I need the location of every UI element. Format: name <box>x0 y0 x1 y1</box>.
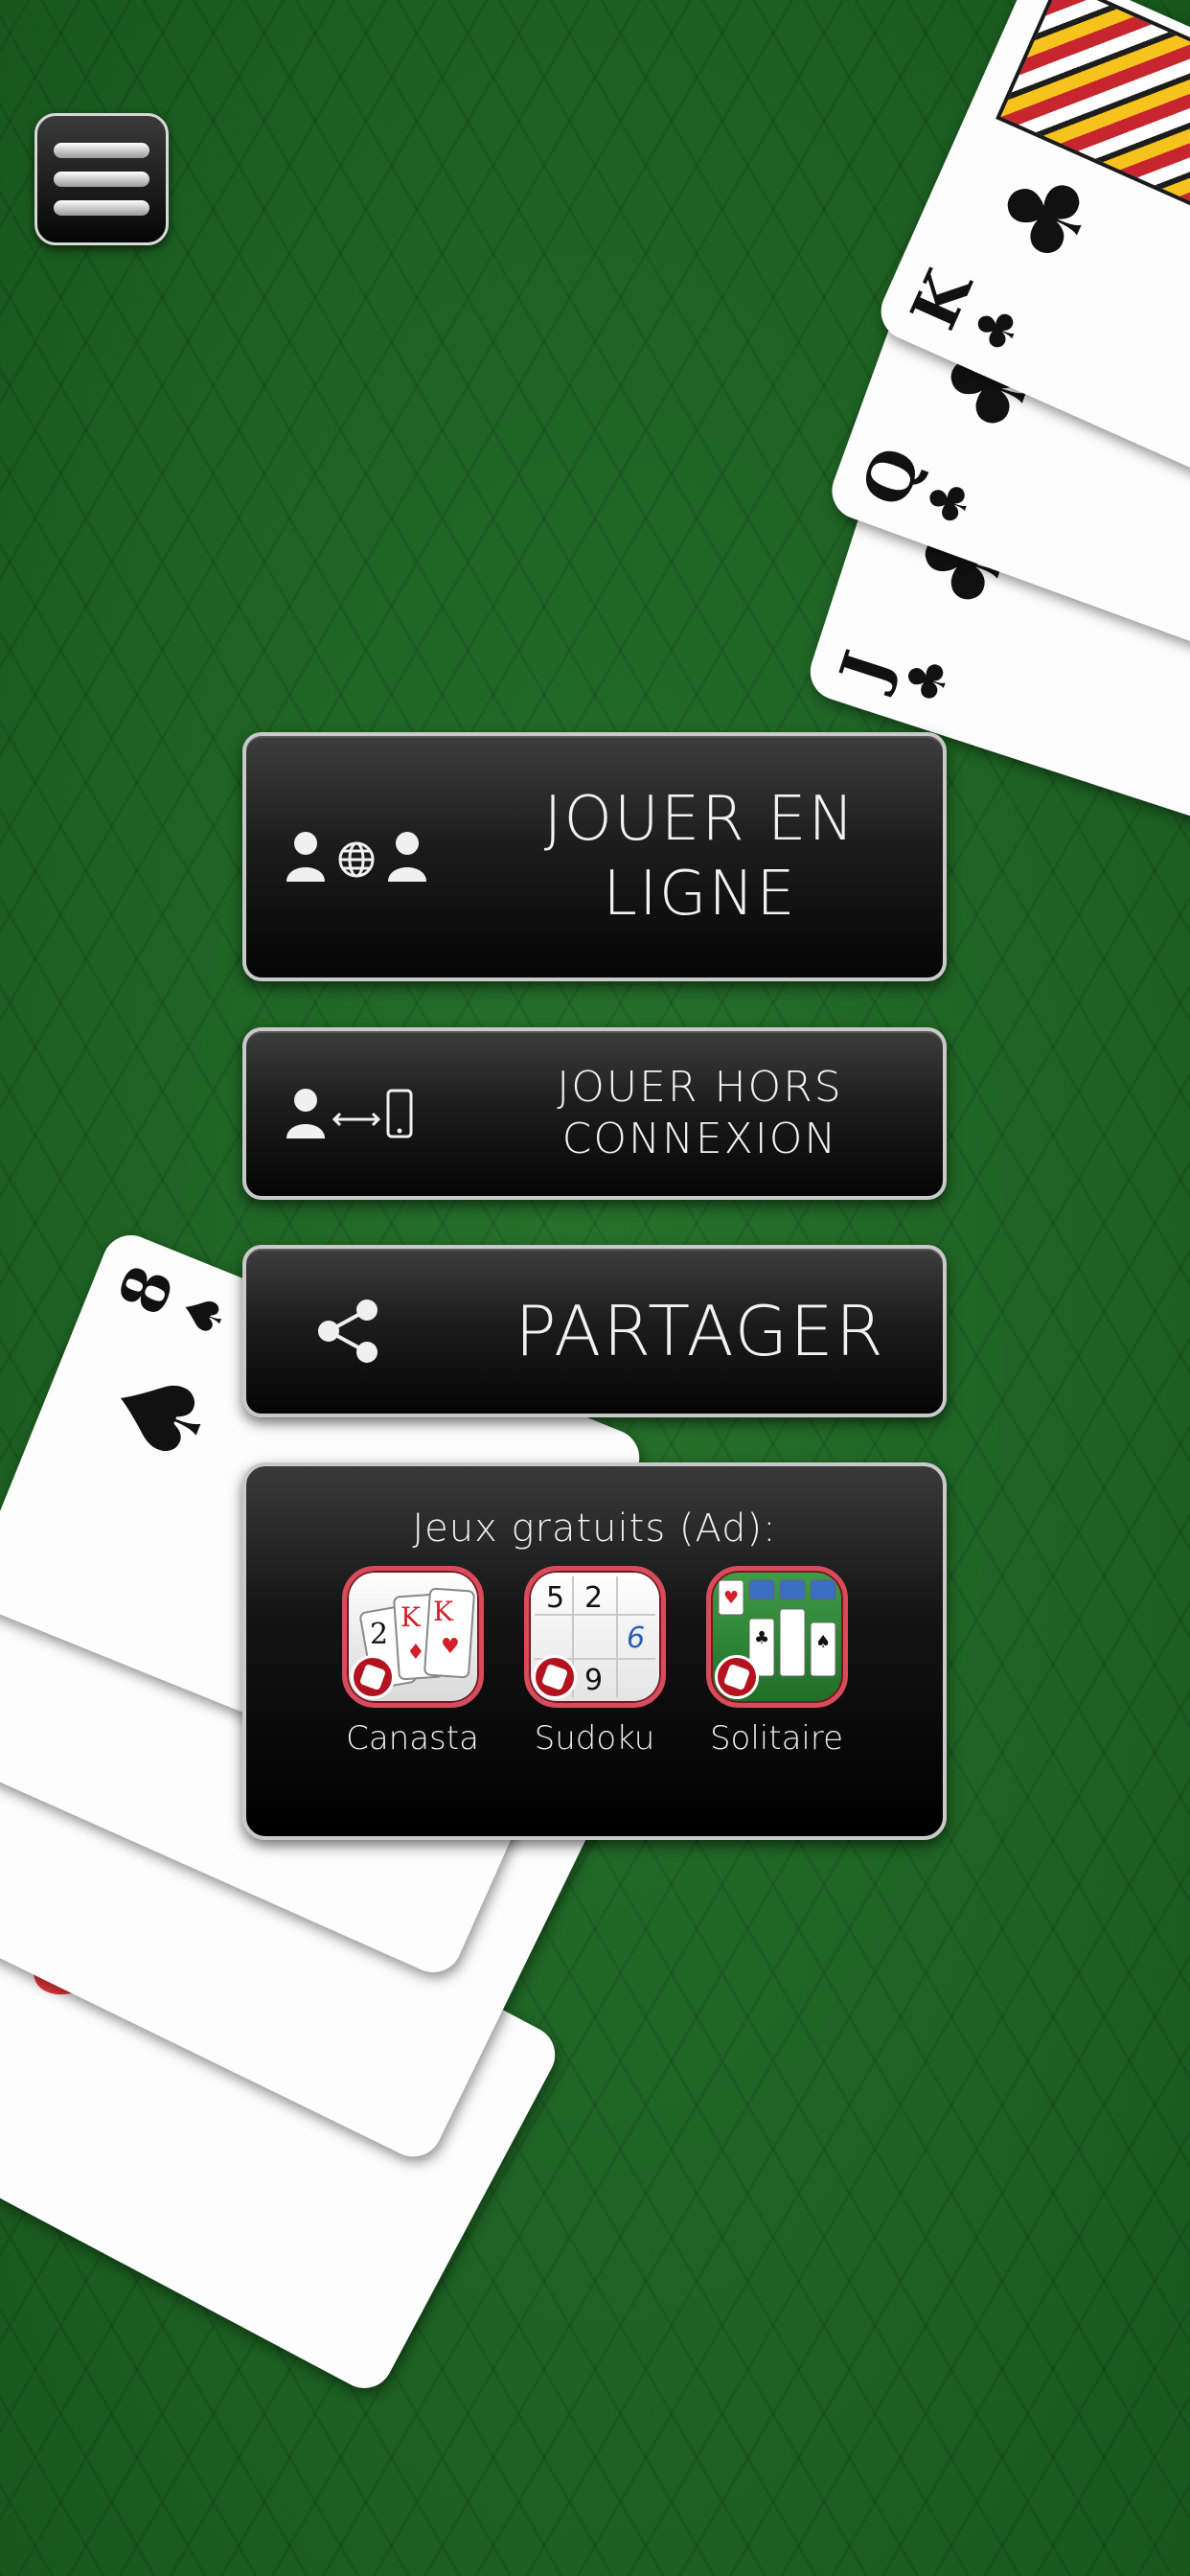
solitaire-app-icon[interactable]: ♥ ♣ ♠ <box>705 1566 848 1708</box>
ad-app-name: Solitaire <box>709 1719 844 1758</box>
offline-device-icon <box>285 1085 419 1142</box>
sudoku-digit: 2 <box>584 1581 603 1615</box>
club-suit-icon: ♣ <box>959 295 1035 363</box>
dice-badge-icon <box>532 1655 577 1699</box>
card-rank: J <box>825 642 906 695</box>
ad-title: Jeux gratuits (Ad): <box>412 1506 777 1551</box>
canasta-card-rank: 2 <box>370 1618 388 1651</box>
sudoku-digit: 9 <box>584 1664 603 1697</box>
dice-badge-icon <box>714 1655 759 1699</box>
svg-text:♥: ♥ <box>441 1635 460 1659</box>
canasta-app-icon[interactable]: 2 K K ♦ ♥ <box>341 1566 484 1708</box>
play-offline-label: JOUER HORS CONNEXION <box>557 1063 843 1163</box>
ad-app-name: Canasta <box>346 1719 479 1758</box>
online-players-icon <box>285 828 428 886</box>
ad-app-name: Sudoku <box>534 1719 655 1758</box>
free-games-ad-panel: Jeux gratuits (Ad): 2 K K ♦ ♥ Canasta 5 … <box>242 1462 947 1840</box>
hamburger-menu-icon <box>54 172 149 187</box>
share-icon <box>313 1297 382 1366</box>
ad-app-list: 2 K K ♦ ♥ Canasta 5 2 6 9 Sudoku ♥ ♣ ♠ S… <box>246 1566 943 1758</box>
svg-text:♣: ♣ <box>754 1628 769 1648</box>
play-online-button[interactable]: JOUER EN LIGNE <box>242 732 947 981</box>
svg-text:♥: ♥ <box>723 1588 739 1608</box>
club-suit-icon: ♣ <box>971 147 1122 284</box>
spade-suit-icon: ♠ <box>80 1342 244 1488</box>
spade-suit-icon: ♠ <box>167 1281 241 1347</box>
club-suit-icon: ♣ <box>912 470 986 535</box>
hamburger-menu-icon <box>54 200 149 216</box>
hamburger-menu-icon <box>54 143 149 158</box>
ad-app-solitaire[interactable]: ♥ ♣ ♠ Solitaire <box>705 1566 848 1758</box>
play-offline-button[interactable]: JOUER HORS CONNEXION <box>242 1027 947 1200</box>
club-suit-icon: ♣ <box>891 648 964 712</box>
svg-text:♦: ♦ <box>406 1641 425 1665</box>
sudoku-digit: 6 <box>627 1622 645 1655</box>
canasta-card-rank: K <box>433 1596 454 1627</box>
play-online-label: JOUER EN LIGNE <box>543 784 857 930</box>
ad-app-canasta[interactable]: 2 K K ♦ ♥ Canasta <box>341 1566 484 1758</box>
ad-app-sudoku[interactable]: 5 2 6 9 Sudoku <box>523 1566 666 1758</box>
sudoku-app-icon[interactable]: 5 2 6 9 <box>523 1566 666 1708</box>
sudoku-digit: 5 <box>546 1581 564 1615</box>
share-button[interactable]: PARTAGER <box>242 1245 947 1417</box>
share-label: PARTAGER <box>515 1291 885 1371</box>
dice-badge-icon <box>350 1655 395 1699</box>
canasta-card-rank: K <box>400 1601 422 1633</box>
svg-text:♠: ♠ <box>815 1632 831 1652</box>
hamburger-menu-button[interactable] <box>34 113 169 245</box>
